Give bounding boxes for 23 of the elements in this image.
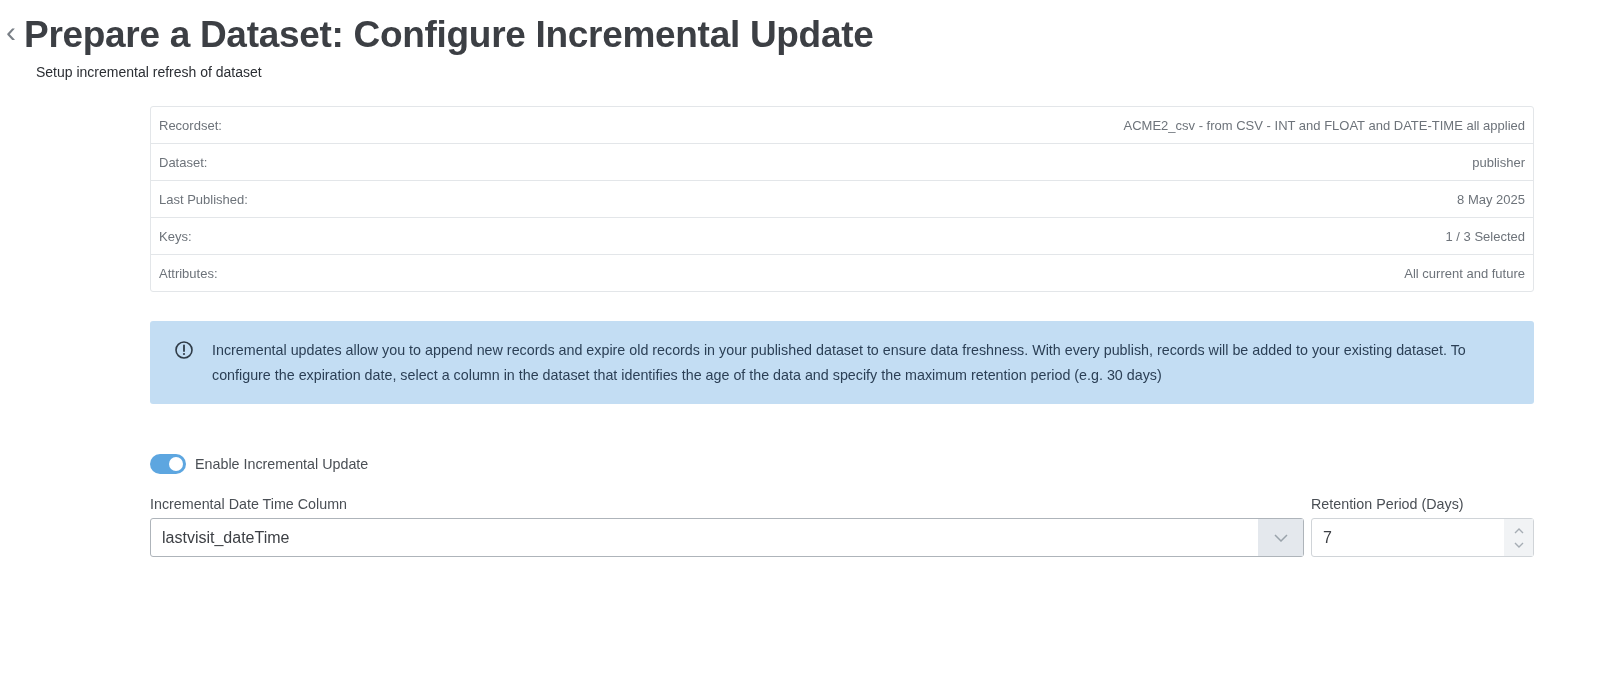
summary-value: publisher (1472, 154, 1525, 170)
alert-icon (174, 340, 194, 360)
summary-value: 1 / 3 Selected (1445, 228, 1525, 244)
summary-label: Recordset: (159, 117, 222, 133)
info-text: Incremental updates allow you to append new records and expire old records in your published dataset to ensure data freshness. With every publish, records will be added to your existing dataset. To configure the expiration date, select a column in the dataset that identifies the age of the data and specify the maximum retention period (e.g. 30 days) (212, 341, 1467, 385)
toggle-label: Enable Incremental Update (195, 456, 369, 472)
summary-value: ACME2_csv - from CSV - INT and FLOAT and DATE-TIME all applied (1123, 117, 1525, 133)
summary-value: All current and future (1404, 265, 1525, 281)
chevron-down-icon (1273, 533, 1288, 542)
field-label: Incremental Date Time Column (150, 496, 349, 512)
summary-label: Dataset: (159, 154, 208, 170)
summary-label: Attributes: (159, 265, 218, 281)
dropdown-field[interactable]: lastvisit_dateTime (150, 518, 1304, 557)
summary-label: Keys: (159, 228, 192, 244)
toggle-switch[interactable] (150, 454, 186, 474)
page-subtitle: Setup incremental refresh of dataset (36, 64, 263, 80)
summary-label: Last Published: (159, 191, 248, 207)
summary-value: 8 May 2025 (1457, 191, 1525, 207)
field-label: Retention Period (Days) (1311, 496, 1465, 512)
number-field[interactable]: 7 (1311, 518, 1534, 557)
spinner-icon[interactable] (1504, 519, 1533, 556)
back-button[interactable]: ‹ (2, 17, 24, 53)
page-title: Prepare a Dataset: Configure Incremental Update (24, 14, 874, 56)
